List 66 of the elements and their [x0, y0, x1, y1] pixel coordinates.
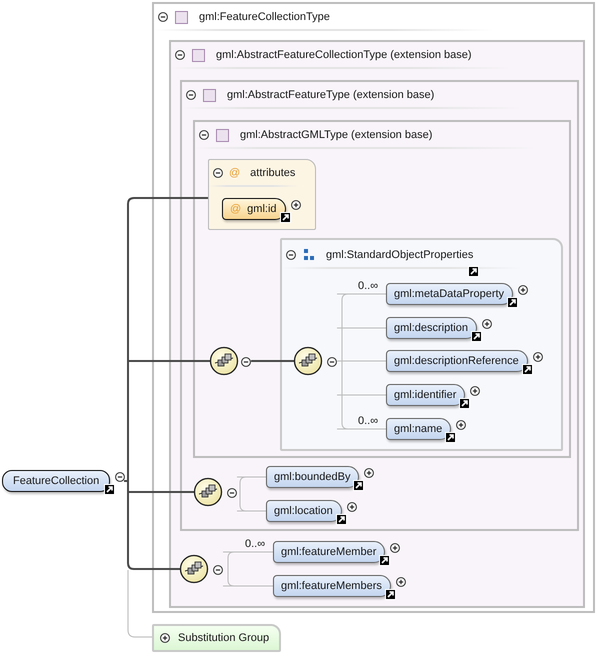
- sequence-icon[interactable]: [293, 346, 323, 376]
- occurrence-label: 0..∞: [358, 415, 378, 427]
- substitution-group-node[interactable]: Substitution Group: [152, 624, 282, 652]
- expand-icon[interactable]: [290, 200, 301, 210]
- reference-arrow-icon[interactable]: [470, 330, 482, 342]
- element-node[interactable]: gml:description: [386, 317, 477, 339]
- collapse-icon[interactable]: [175, 50, 185, 60]
- element-node[interactable]: gml:descriptionReference: [386, 350, 528, 372]
- sequence-icon[interactable]: [179, 554, 209, 584]
- collapse-icon[interactable]: [213, 565, 223, 575]
- expand-icon[interactable]: [396, 577, 406, 587]
- reference-arrow-icon[interactable]: [379, 554, 390, 566]
- group-icon: [303, 249, 315, 261]
- element-node[interactable]: gml:featureMember: [273, 541, 386, 563]
- expand-icon[interactable]: [532, 352, 543, 362]
- collapse-icon[interactable]: [213, 168, 223, 178]
- collapse-icon[interactable]: [227, 488, 237, 498]
- reference-arrow-icon[interactable]: [468, 266, 480, 276]
- expand-icon[interactable]: [470, 386, 480, 396]
- type-name: gml:FeatureCollectionType: [199, 11, 330, 23]
- collapse-icon[interactable]: [199, 130, 209, 140]
- element-node[interactable]: gml:boundedBy: [266, 466, 360, 488]
- occurrence-label: 0..∞: [245, 538, 266, 550]
- expand-icon[interactable]: [346, 502, 357, 512]
- type-icon: [203, 88, 216, 102]
- type-name: gml:AbstractFeatureCollectionType (extension base): [216, 49, 472, 61]
- expand-icon[interactable]: [456, 420, 466, 430]
- reference-arrow-icon[interactable]: [104, 484, 116, 494]
- reference-arrow-icon[interactable]: [336, 514, 347, 524]
- element-node[interactable]: gml:metaDataProperty: [386, 283, 514, 305]
- expand-icon[interactable]: [482, 319, 492, 329]
- reference-arrow-icon[interactable]: [522, 364, 533, 374]
- reference-arrow-icon[interactable]: [507, 296, 518, 308]
- reference-arrow-icon[interactable]: [353, 480, 364, 490]
- reference-arrow-icon[interactable]: [445, 432, 456, 442]
- collapse-icon[interactable]: [186, 90, 196, 100]
- element-node[interactable]: gml:identifier: [386, 384, 466, 406]
- sequence-icon[interactable]: [193, 477, 223, 507]
- reference-arrow-icon[interactable]: [280, 212, 291, 222]
- element-node[interactable]: gml:featureMembers: [273, 575, 391, 597]
- expand-icon[interactable]: [364, 468, 374, 478]
- attributes-label: attributes: [250, 167, 296, 179]
- collapse-icon[interactable]: [286, 250, 296, 260]
- reference-arrow-icon[interactable]: [459, 398, 470, 408]
- element-node[interactable]: gml:location: [266, 500, 342, 522]
- expand-icon[interactable]: [160, 633, 170, 643]
- type-name: gml:AbstractFeatureType (extension base): [227, 89, 434, 101]
- element-node[interactable]: gml:name: [386, 418, 452, 440]
- collapse-icon[interactable]: [327, 357, 337, 367]
- collapse-icon[interactable]: [115, 472, 126, 482]
- element-node[interactable]: FeatureCollection: [2, 470, 110, 492]
- type-icon: [175, 10, 188, 24]
- reference-arrow-icon[interactable]: [384, 588, 396, 600]
- attribute-node[interactable]: @ gml:id: [222, 198, 286, 220]
- expand-icon[interactable]: [518, 285, 528, 295]
- group-name: gml:StandardObjectProperties: [326, 249, 474, 261]
- attribute-icon: @: [229, 167, 240, 179]
- sequence-icon[interactable]: [209, 346, 239, 376]
- type-name: gml:AbstractGMLType (extension base): [240, 129, 432, 141]
- collapse-icon[interactable]: [158, 12, 168, 22]
- connector-line: [251, 360, 294, 362]
- expand-icon[interactable]: [390, 543, 400, 553]
- type-icon: [216, 128, 229, 142]
- type-icon: [192, 48, 205, 62]
- occurrence-label: 0..∞: [358, 280, 378, 292]
- collapse-icon[interactable]: [241, 357, 251, 367]
